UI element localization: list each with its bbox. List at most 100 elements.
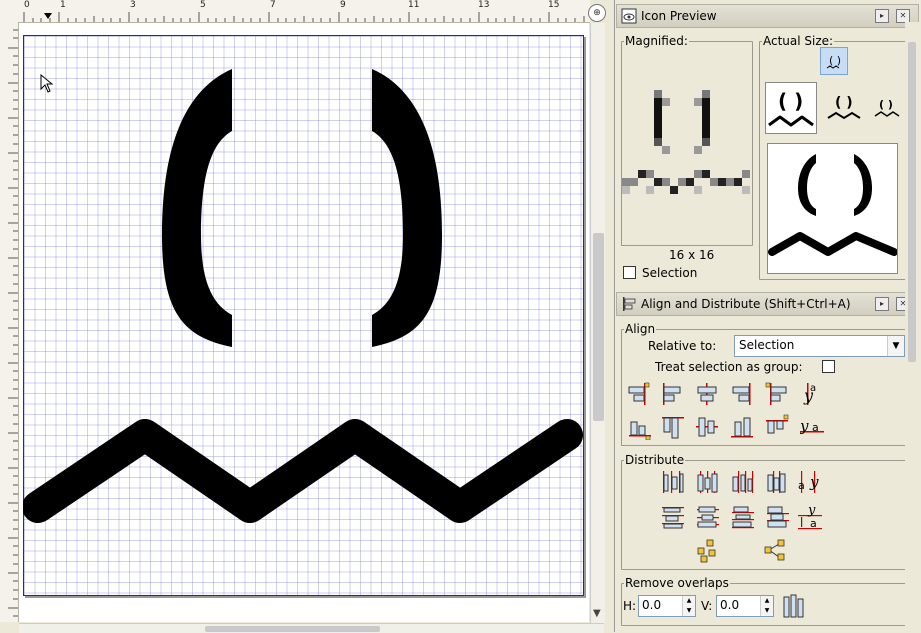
actual-size-label: Actual Size: bbox=[763, 34, 834, 48]
text-anchor-vertical-icon: ya bbox=[803, 383, 816, 405]
align-top-edges-icon bbox=[662, 417, 684, 439]
icon-drawing[interactable] bbox=[23, 35, 583, 595]
zoom-corner-icon[interactable]: ⊕ bbox=[588, 4, 606, 22]
distribute-centers-vertical-icon bbox=[697, 506, 719, 528]
align-top-edges-button[interactable] bbox=[660, 414, 684, 440]
spin-arrows-icon[interactable]: ▲ ▼ bbox=[682, 596, 695, 616]
horizontal-scroll-thumb[interactable] bbox=[205, 626, 380, 632]
v-gap-label: V: bbox=[701, 599, 713, 613]
svg-text:a: a bbox=[798, 479, 805, 492]
distribute-gaps-vertical-icon bbox=[767, 506, 789, 528]
distribute-gaps-horizontal-icon bbox=[767, 471, 786, 493]
selection-label: Selection bbox=[642, 266, 698, 280]
v-gap-spinbox[interactable]: 0.0 ▲ ▼ bbox=[716, 595, 774, 617]
icon-preview-titlebar: Icon Preview ▸ ✕ bbox=[616, 4, 919, 28]
align-label: Align bbox=[625, 322, 656, 336]
distribute-centers-horizontal-button[interactable] bbox=[695, 469, 719, 495]
center-vertical-axis-icon bbox=[697, 383, 717, 405]
panel-close-icon[interactable]: ✕ bbox=[896, 9, 910, 23]
center-horizontal-axis-icon bbox=[696, 417, 718, 437]
align-right-to-left-edge-button[interactable] bbox=[627, 381, 651, 407]
svg-text:a: a bbox=[810, 383, 816, 394]
text-anchor-horizontal-icon: ya bbox=[800, 417, 824, 435]
distribute-left-edges-button[interactable] bbox=[660, 469, 684, 495]
distribute-bottom-edges-button[interactable] bbox=[730, 504, 754, 530]
svg-text:( ): ( ) bbox=[829, 54, 841, 67]
distribute-gaps-vertical-button[interactable] bbox=[765, 504, 789, 530]
actual-size-24-button[interactable]: ( ) bbox=[873, 94, 901, 122]
zigzag-line-shape[interactable] bbox=[23, 419, 583, 523]
vertical-ruler-ticks bbox=[8, 29, 18, 617]
align-right-edges-button[interactable] bbox=[730, 381, 754, 407]
distribute-centers-vertical-button[interactable] bbox=[695, 504, 719, 530]
align-right-edges-icon bbox=[732, 383, 751, 405]
treat-as-group-checkbox[interactable] bbox=[822, 360, 835, 373]
vertical-scroll-thumb[interactable] bbox=[593, 233, 604, 421]
left-bracket-shape[interactable] bbox=[162, 69, 232, 347]
selection-checkbox[interactable] bbox=[623, 266, 636, 279]
icon-thumbnail-32: ( ) bbox=[827, 95, 861, 120]
vertical-ruler bbox=[0, 22, 19, 622]
distribute-top-edges-button[interactable] bbox=[660, 504, 684, 530]
dock-scrollbar[interactable] bbox=[905, 22, 919, 632]
icon-thumbnail-128 bbox=[768, 154, 898, 256]
distribute-centers-horizontal-icon bbox=[697, 471, 718, 493]
panel-menu-icon[interactable]: ▸ bbox=[875, 297, 889, 311]
align-distribute-title: Align and Distribute (Shift+Ctrl+A) bbox=[641, 297, 851, 311]
align-right-to-left-edge-icon bbox=[628, 382, 650, 405]
right-bracket-shape[interactable] bbox=[372, 69, 442, 347]
align-panel-icon bbox=[623, 297, 636, 311]
vertical-scrollbar[interactable]: ▼ bbox=[590, 23, 605, 623]
remove-overlaps-label: Remove overlaps bbox=[625, 576, 729, 590]
dock-scroll-thumb[interactable] bbox=[908, 42, 916, 362]
h-gap-spinbox[interactable]: 0.0 ▲ ▼ bbox=[638, 595, 696, 617]
actual-size-16-button[interactable]: ( ) bbox=[820, 47, 848, 75]
distribute-gaps-horizontal-button[interactable] bbox=[765, 469, 789, 495]
distribute-randomize-button[interactable] bbox=[695, 538, 719, 564]
v-gap-value: 0.0 bbox=[720, 598, 740, 612]
remove-overlaps-button[interactable] bbox=[782, 593, 806, 619]
h-gap-value: 0.0 bbox=[642, 598, 662, 612]
icon-thumbnail-16: ( ) bbox=[826, 54, 841, 69]
distribute-text-anchors-horizontal-button[interactable]: ay bbox=[798, 469, 822, 495]
center-vertical-axis-button[interactable] bbox=[695, 381, 719, 407]
svg-text:( ): ( ) bbox=[835, 95, 853, 111]
svg-text:y: y bbox=[800, 417, 809, 435]
svg-text:a: a bbox=[810, 517, 817, 530]
scroll-down-arrow-icon[interactable]: ▼ bbox=[593, 608, 601, 619]
svg-text:a: a bbox=[812, 421, 819, 434]
align-text-baseline-horizontal-button[interactable]: ya bbox=[800, 414, 824, 440]
spin-arrows-icon[interactable]: ▲ ▼ bbox=[760, 596, 773, 616]
distribute-unclump-button[interactable] bbox=[763, 538, 787, 564]
distribute-text-anchors-vertical-button[interactable]: ya bbox=[798, 504, 822, 530]
align-distribute-titlebar: Align and Distribute (Shift+Ctrl+A) ▸ ✕ bbox=[616, 292, 919, 316]
panel-menu-icon[interactable]: ▸ bbox=[875, 9, 889, 23]
remove-overlaps-icon bbox=[783, 594, 804, 618]
magnified-label: Magnified: bbox=[625, 34, 688, 48]
relative-to-select[interactable]: Selection ▼ bbox=[734, 335, 905, 357]
align-top-to-bottom-edge-button[interactable] bbox=[765, 414, 789, 440]
align-left-to-right-edge-icon bbox=[765, 382, 787, 405]
distribute-top-edges-icon bbox=[662, 507, 684, 529]
align-bottom-edges-button[interactable] bbox=[730, 414, 754, 440]
distribute-right-edges-button[interactable] bbox=[730, 469, 754, 495]
distribute-left-edges-icon bbox=[663, 471, 684, 493]
align-bottom-to-top-edge-button[interactable] bbox=[627, 414, 651, 440]
align-text-baseline-vertical-button[interactable]: ya bbox=[800, 381, 824, 407]
svg-text:( ): ( ) bbox=[879, 98, 893, 111]
chevron-down-icon[interactable]: ▼ bbox=[887, 336, 904, 356]
actual-size-48-button[interactable]: ( ) bbox=[765, 82, 817, 134]
center-horizontal-axis-button[interactable] bbox=[695, 414, 719, 440]
mouse-pointer-icon bbox=[40, 74, 54, 93]
actual-size-32-button[interactable]: ( ) bbox=[826, 90, 862, 124]
h-gap-label: H: bbox=[623, 599, 637, 613]
horizontal-ruler: 0 1 3 5 7 9 11 13 15 bbox=[0, 0, 590, 23]
align-left-edges-button[interactable] bbox=[660, 381, 684, 407]
svg-text:( ): ( ) bbox=[778, 89, 803, 113]
align-top-to-bottom-edge-icon bbox=[766, 414, 789, 434]
text-distribute-horizontal-icon: ay bbox=[798, 471, 819, 493]
align-left-to-right-edge-button[interactable] bbox=[765, 381, 789, 407]
distribute-label: Distribute bbox=[625, 453, 685, 467]
align-left-edges-icon bbox=[663, 383, 681, 405]
unclump-connector-icon bbox=[764, 539, 785, 561]
